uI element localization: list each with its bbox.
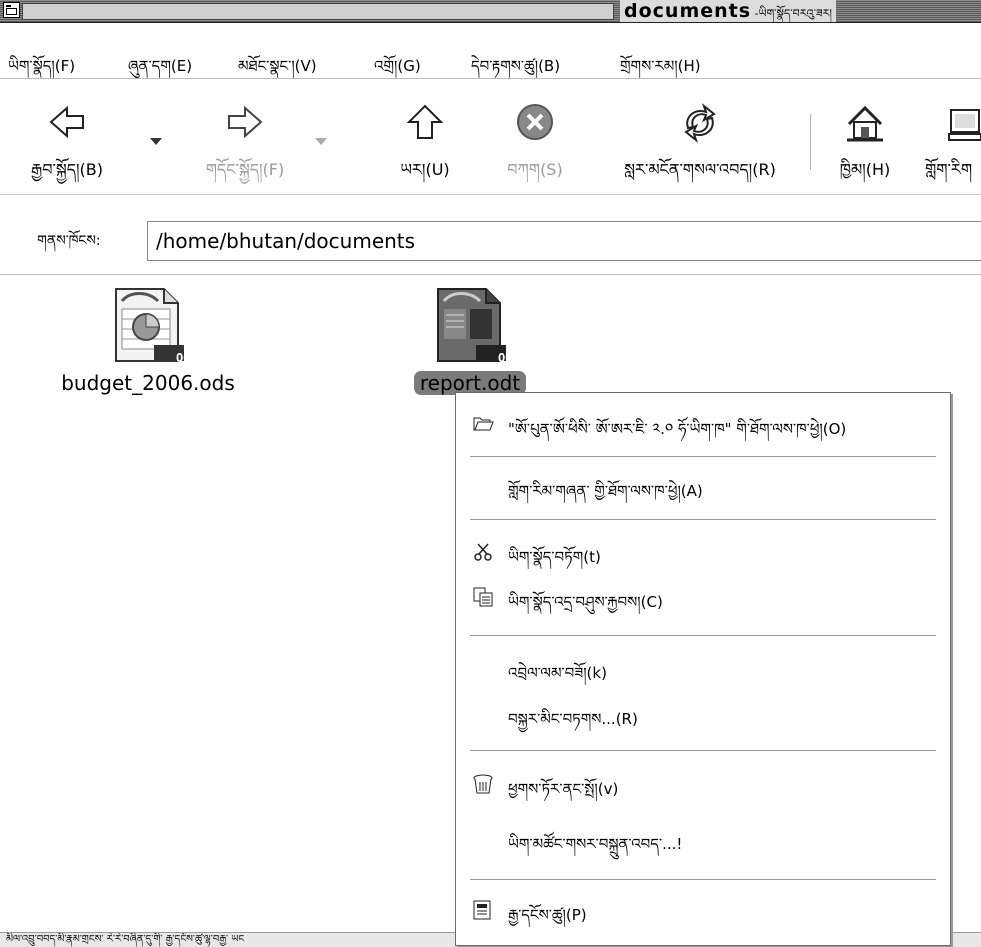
menu-cut[interactable]: ཡིག་སྣོད་བཏོག(t) xyxy=(456,531,950,571)
stop-button[interactable]: བཀག(S) xyxy=(490,100,580,197)
context-menu: "ཨོ་པུན་ཨོ་ཕིསི་ ཨོ་ཨར་ཇི་ ༢.༠ ཧོ་ཡིག་ཁ"… xyxy=(455,392,951,946)
menu-rename-label: བསྐྱར་མིང་བཏགས...(R) xyxy=(508,710,638,728)
up-label: ཡར།(U) xyxy=(400,160,450,179)
menu-file[interactable]: ཡིག་སྣོད།(F) xyxy=(8,50,75,92)
scissors-icon xyxy=(474,543,492,561)
menu-create-archive-label: ཡིག་མཚོང་གསར་བསྐྲུན་འབད་...! xyxy=(508,835,683,853)
reload-label: སླར་མངོན་གསལ་འབད།(R) xyxy=(624,160,776,179)
titlebar-drag-area[interactable] xyxy=(22,3,614,20)
menu-help[interactable]: གྲོགས་རམ།(H) xyxy=(620,50,701,92)
menu-properties-label: རྒྱ་དངོས་ཚུ།(P) xyxy=(508,906,587,924)
menu-create-archive[interactable]: ཡིག་མཚོང་གསར་བསྐྲུན་འབད་...! xyxy=(456,818,950,858)
computer-label: གློག་རིག xyxy=(925,160,973,179)
menu-properties[interactable]: རྒྱ་དངོས་ཚུ།(P) xyxy=(456,889,950,929)
back-history-dropdown[interactable] xyxy=(150,138,162,145)
menu-move-to-trash[interactable]: ཕྱགས་ཏོར་ནང་སྤོ།(v) xyxy=(456,763,950,803)
computer-icon xyxy=(948,109,981,141)
back-button[interactable]: རྒྱབ་སྐྱོད།(B) xyxy=(2,100,132,197)
window-titlebar[interactable]: documents -ཡིག་སྣོད་བརའུ་ཟར། xyxy=(0,0,981,23)
location-label: གནས་ཁོངས: xyxy=(37,233,101,249)
menu-move-to-trash-label: ཕྱགས་ཏོར་ནང་སྤོ།(v) xyxy=(508,780,619,798)
arrow-right-icon xyxy=(228,105,263,139)
menu-go[interactable]: འགྲོ།(G) xyxy=(374,50,421,92)
file-badge-report: OOT xyxy=(498,351,520,365)
menu-separator xyxy=(470,456,936,457)
menu-copy[interactable]: ཡིག་སྣོད་འདྲ་བཤུས་རྐྱབས།(C) xyxy=(456,576,950,616)
home-icon xyxy=(847,105,883,142)
menu-edit[interactable]: ཞུན་དག(E) xyxy=(128,50,192,92)
window-title-suffix: -ཡིག་སྣོད་བརའུ་ཟར། xyxy=(751,7,832,20)
file-badge-budget: OOS xyxy=(176,351,198,365)
forward-history-dropdown[interactable] xyxy=(315,138,327,145)
stop-icon xyxy=(517,104,553,140)
menu-separator xyxy=(470,635,936,636)
reload-icon xyxy=(684,103,716,143)
location-input[interactable]: /home/bhutan/documents xyxy=(147,221,981,261)
arrow-up-icon xyxy=(406,104,444,139)
location-bar: གནས་ཁོངས: /home/bhutan/documents xyxy=(0,204,981,275)
menu-make-link[interactable]: འབྲེལ་ལམ་བཟོ།(k) xyxy=(456,647,950,687)
forward-label: གདོང་སྐྱོད།(F) xyxy=(205,160,285,179)
home-label: ཁྱིམ།(H) xyxy=(839,160,891,179)
trash-icon xyxy=(473,774,493,794)
menu-open-with-other[interactable]: གློག་རིམ་གཞན་ གྱི་ཐོག་ལས་ཁ་ཕྱེ།(A) xyxy=(456,465,950,505)
back-label: རྒྱབ་སྐྱོད།(B) xyxy=(31,160,103,179)
menu-bookmarks[interactable]: དེབ་རྟགས་ཚུ།(B) xyxy=(471,50,560,92)
copy-icon xyxy=(473,587,493,607)
file-item-budget[interactable]: OOS budget_2006.ods xyxy=(48,285,248,395)
toolbar-separator xyxy=(810,114,811,170)
menu-open-with-other-label: གློག་རིམ་གཞན་ གྱི་ཐོག་ལས་ཁ་ཕྱེ།(A) xyxy=(508,482,703,500)
menu-copy-label: ཡིག་སྣོད་འདྲ་བཤུས་རྐྱབས།(C) xyxy=(508,593,663,611)
toolbar: རྒྱབ་སྐྱོད།(B) གདོང་སྐྱོད།(F) ཡར།(U) བཀག… xyxy=(0,100,981,195)
reload-button[interactable]: སླར་མངོན་གསལ་འབད།(R) xyxy=(600,100,800,197)
stop-label: བཀག(S) xyxy=(507,160,563,179)
menu-rename[interactable]: བསྐྱར་མིང་བཏགས...(R) xyxy=(456,693,950,733)
computer-button[interactable]: གློག་རིག xyxy=(925,100,981,197)
arrow-left-icon xyxy=(49,105,84,139)
window-title: documents -ཡིག་སྣོད་བརའུ་ཟར། xyxy=(620,0,836,22)
forward-button[interactable]: གདོང་སྐྱོད།(F) xyxy=(175,100,315,197)
home-button[interactable]: ཁྱིམ།(H) xyxy=(825,100,905,197)
menubar: ཡིག་སྣོད།(F) ཞུན་དག(E) མཐོང་སྣང་།(V) འགྲ… xyxy=(0,38,981,79)
file-item-report[interactable]: OOT report.odt xyxy=(395,285,545,395)
folder-open-icon xyxy=(473,417,494,431)
menu-view[interactable]: མཐོང་སྣང་།(V) xyxy=(238,50,317,92)
menu-separator xyxy=(470,750,936,751)
file-name-budget: budget_2006.ods xyxy=(61,371,235,395)
menu-separator xyxy=(470,879,936,880)
properties-icon xyxy=(473,900,491,920)
folder-icon[interactable] xyxy=(3,2,20,18)
up-button[interactable]: ཡར།(U) xyxy=(385,100,465,197)
menu-open-with[interactable]: "ཨོ་པུན་ཨོ་ཕིསི་ ཨོ་ཨར་ཇི་ ༢.༠ ཧོ་ཡིག་ཁ"… xyxy=(456,403,950,443)
menu-open-with-label: "ཨོ་པུན་ཨོ་ཕིསི་ ཨོ་ཨར་ཇི་ ༢.༠ ཧོ་ཡིག་ཁ"… xyxy=(508,420,847,438)
menu-separator xyxy=(470,519,936,520)
window-title-name: documents xyxy=(624,0,752,22)
